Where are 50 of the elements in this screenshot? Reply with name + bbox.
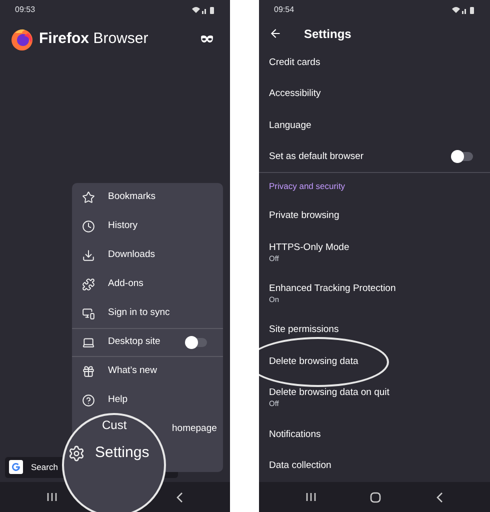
menu-item[interactable]: Help <box>108 393 128 408</box>
star-icon <box>82 191 95 204</box>
status-icons <box>191 6 215 14</box>
menu-item[interactable]: History <box>108 219 138 234</box>
home-icon[interactable] <box>370 492 382 502</box>
recent-apps-icon[interactable] <box>306 492 316 502</box>
help-icon <box>82 394 95 407</box>
preference-label[interactable]: Delete browsing data <box>269 356 358 368</box>
page-title: Settings <box>304 26 352 42</box>
preference-label[interactable]: Delete browsing data on quit <box>269 387 390 400</box>
menu-item[interactable]: What’s new <box>108 364 157 379</box>
toggle-switch[interactable] <box>453 152 473 162</box>
laptop-icon <box>82 336 95 349</box>
mask-icon[interactable] <box>200 35 214 43</box>
devices-icon <box>82 307 95 320</box>
menu-item[interactable]: Downloads <box>108 248 155 263</box>
preference-label[interactable]: Language <box>269 120 312 132</box>
toggle-switch[interactable] <box>187 338 207 347</box>
puzzle-icon <box>82 278 95 291</box>
clock-icon <box>82 220 95 233</box>
google-icon <box>9 460 23 474</box>
menu-item[interactable]: Sign in to sync <box>108 306 170 321</box>
back-arrow-icon[interactable] <box>269 27 282 40</box>
section-header: Privacy and security <box>269 180 346 194</box>
preference-label[interactable]: Site permissions <box>269 324 339 336</box>
back-icon[interactable] <box>436 492 443 502</box>
status-time: 09:53 <box>15 4 36 16</box>
status-icons <box>451 6 475 14</box>
preference-label[interactable]: Credit cards <box>269 56 320 69</box>
preference-label[interactable]: Set as default browser <box>269 150 364 164</box>
preference-label[interactable]: Enhanced Tracking Protection <box>269 283 396 295</box>
preference-label[interactable]: Accessibility <box>269 88 321 100</box>
settings-icon <box>68 444 85 462</box>
menu-item[interactable]: Desktop site <box>108 335 174 350</box>
menu-item-fragment: Cust <box>102 418 127 432</box>
preference-label[interactable]: Notifications <box>269 428 321 441</box>
menu-item[interactable]: Bookmarks <box>108 190 156 205</box>
recent-apps-icon[interactable] <box>47 492 57 502</box>
back-icon[interactable] <box>176 492 183 502</box>
gift-icon <box>82 365 95 378</box>
preference-label[interactable]: HTTPS-Only Mode <box>269 242 350 254</box>
app-title: Firefox Browser <box>39 28 150 49</box>
firefox-logo-icon <box>10 27 34 51</box>
preference-label[interactable]: Private browsing <box>269 210 340 222</box>
preference-label[interactable]: Data collection <box>269 460 332 472</box>
menu-item[interactable]: Add-ons <box>108 277 144 292</box>
menu-item[interactable]: homepage <box>172 422 217 437</box>
status-time: 09:54 <box>274 4 294 16</box>
download-icon <box>82 249 95 262</box>
menu-item[interactable]: Settings <box>95 442 150 464</box>
